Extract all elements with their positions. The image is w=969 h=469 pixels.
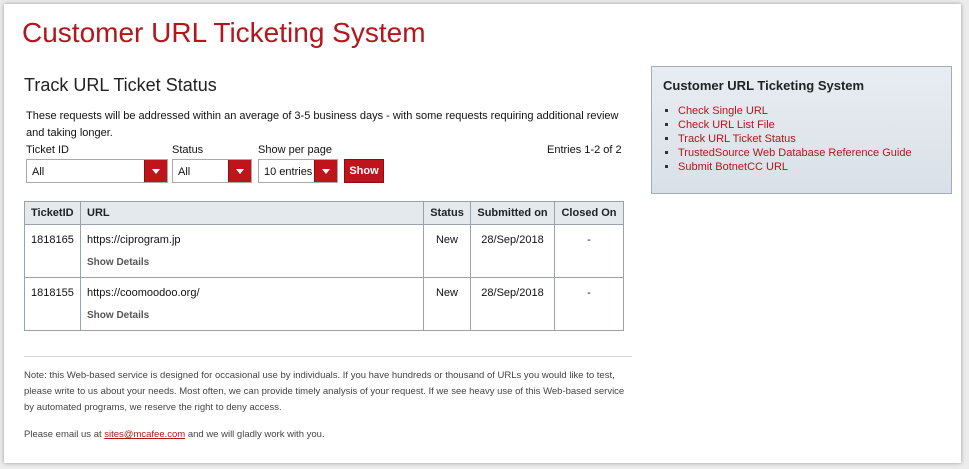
table-row: 1818165 https://ciprogram.jp Show Detail… [24,224,624,278]
show-button[interactable]: Show [344,159,384,183]
column-header-status: Status [423,201,471,225]
show-details-link[interactable]: Show Details [87,310,417,321]
sidebar-item-track-ticket-status: Track URL Ticket Status [678,132,912,146]
column-header-url: URL [80,201,424,225]
chevron-down-icon[interactable] [144,160,167,182]
column-header-closed: Closed On [554,201,624,225]
chevron-down-icon[interactable] [228,160,251,182]
sidebar-item-check-single-url: Check Single URL [678,104,912,118]
column-header-submitted: Submitted on [470,201,555,225]
submitted-cell: 28/Sep/2018 [470,224,555,278]
section-title: Track URL Ticket Status [24,75,217,95]
per-page-label: Show per page [258,144,332,156]
page-title: Customer URL Ticketing System [22,17,426,48]
intro-text: These requests will be addressed within … [26,110,619,139]
status-cell: New [423,277,471,331]
email-line: Please email us at sites@mcafee.com and … [24,429,325,440]
status-label: Status [172,144,204,156]
status-value: All [178,166,191,178]
url-text: https://coomoodoo.org/ [87,287,200,299]
column-header-ticketid: TicketID [24,201,81,225]
ticket-id-select[interactable]: All [26,159,168,183]
ticket-id-label: Ticket ID [26,144,69,156]
check-single-url-link[interactable]: Check Single URL [678,105,768,117]
email-link[interactable]: sites@mcafee.com [104,429,185,440]
sidebar-panel: Customer URL Ticketing System Check Sing… [651,66,952,194]
sidebar-item-check-url-list-file: Check URL List File [678,118,912,132]
chevron-down-icon[interactable] [314,160,337,182]
check-url-list-file-link[interactable]: Check URL List File [678,119,775,131]
sidebar-item-submit-botnetcc: Submit BotnetCC URL [678,160,912,174]
per-page-select[interactable]: 10 entries [258,159,338,183]
email-suffix: and we will gladly work with you. [185,429,325,440]
usage-note: Note: this Web-based service is designed… [24,370,625,413]
url-cell: https://coomoodoo.org/ Show Details [80,277,424,331]
ticket-id-cell: 1818155 [24,277,81,331]
ticket-id-cell: 1818165 [24,224,81,278]
entries-count: Entries 1-2 of 2 [547,144,622,156]
table-row: 1818155 https://coomoodoo.org/ Show Deta… [24,277,624,331]
sidebar-item-reference-guide: TrustedSource Web Database Reference Gui… [678,146,912,160]
status-cell: New [423,224,471,278]
submit-botnetcc-link[interactable]: Submit BotnetCC URL [678,161,788,173]
page-frame: Customer URL Ticketing System Track URL … [4,4,961,463]
divider [24,356,632,357]
ticket-id-value: All [32,166,45,178]
table-header-row: TicketID URL Status Submitted on Closed … [24,201,624,225]
sidebar-title: Customer URL Ticketing System [663,78,865,93]
show-details-link[interactable]: Show Details [87,257,417,268]
url-cell: https://ciprogram.jp Show Details [80,224,424,278]
status-select[interactable]: All [172,159,252,183]
closed-cell: - [554,277,624,331]
per-page-value: 10 entries [264,166,313,178]
tickets-table: TicketID URL Status Submitted on Closed … [24,201,624,331]
email-prefix: Please email us at [24,429,105,440]
reference-guide-link[interactable]: TrustedSource Web Database Reference Gui… [678,147,912,159]
url-text: https://ciprogram.jp [87,234,181,246]
track-ticket-status-link[interactable]: Track URL Ticket Status [678,133,796,145]
submitted-cell: 28/Sep/2018 [470,277,555,331]
closed-cell: - [554,224,624,278]
sidebar-links: Check Single URL Check URL List File Tra… [664,104,912,174]
